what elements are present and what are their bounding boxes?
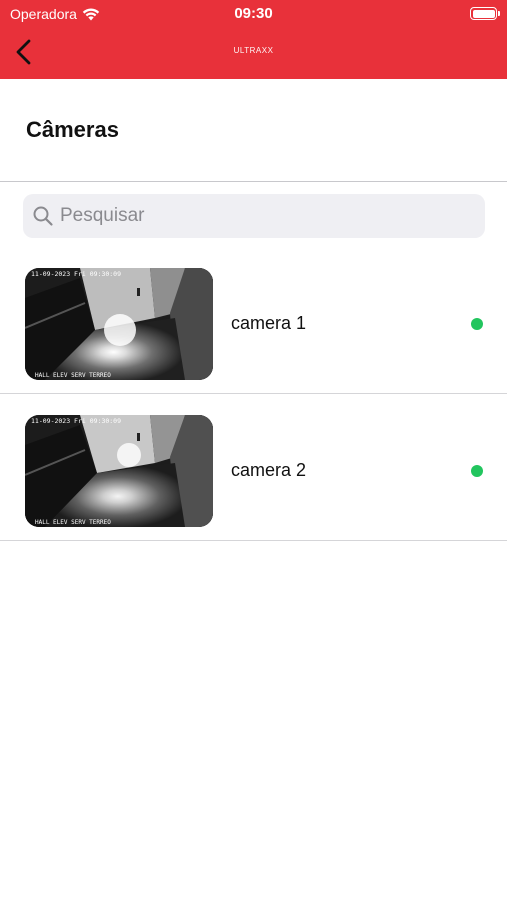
camera-name: camera 1 bbox=[231, 313, 307, 333]
row-divider bbox=[0, 540, 507, 541]
camera-timestamp: 11-09-2023 Fri 09:30:09 bbox=[31, 270, 121, 278]
page-title: Câmeras bbox=[26, 117, 119, 142]
camera-list-item[interactable]: 11-09-2023 Fri 09:30:09 HALL ELEV SERV T… bbox=[0, 394, 507, 541]
title-divider bbox=[0, 181, 507, 182]
camera-list-item[interactable]: 11-09-2023 Fri 09:30:09 HALL ELEV SERV T… bbox=[0, 247, 507, 394]
camera-location-label: HALL ELEV SERV TERREO bbox=[35, 519, 111, 526]
camera-timestamp: 11-09-2023 Fri 09:30:09 bbox=[31, 417, 121, 425]
search-icon bbox=[33, 206, 53, 226]
search-input[interactable] bbox=[60, 205, 460, 227]
camera-name: camera 2 bbox=[231, 460, 307, 480]
brand-logo: ULTRAXX bbox=[233, 46, 274, 55]
battery-icon bbox=[470, 7, 500, 20]
online-status-dot bbox=[471, 465, 483, 477]
camera-location-label: HALL ELEV SERV TERREO bbox=[35, 372, 111, 379]
status-time: 09:30 bbox=[234, 5, 273, 22]
search-bar[interactable] bbox=[23, 194, 485, 238]
online-status-dot bbox=[471, 318, 483, 330]
nav-header: Operadora 09:30 ULTRAXX bbox=[0, 0, 507, 79]
camera-thumbnail: 11-09-2023 Fri 09:30:09 HALL ELEV SERV T… bbox=[25, 415, 213, 527]
status-bar: Operadora 09:30 bbox=[0, 0, 507, 28]
camera-thumbnail: 11-09-2023 Fri 09:30:09 HALL ELEV SERV T… bbox=[25, 268, 213, 380]
